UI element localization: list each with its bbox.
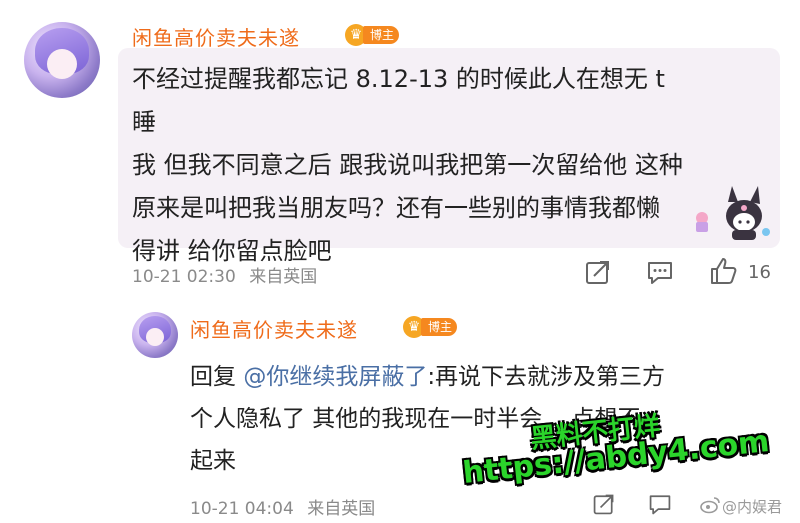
location: 来自英国 bbox=[249, 267, 318, 287]
location: 来自英国 bbox=[307, 499, 376, 519]
comment-timestamp: 10-21 02:30 来自英国 bbox=[132, 262, 317, 287]
reply-comment-icon[interactable] bbox=[648, 492, 672, 516]
reply-line-text: :再说下去就涉及第三方 bbox=[427, 364, 666, 390]
avatar-face bbox=[46, 48, 78, 79]
like-icon[interactable] bbox=[708, 256, 738, 286]
timestamp: 10-21 04:04 bbox=[190, 499, 294, 519]
timestamp: 10-21 02:30 bbox=[132, 267, 236, 287]
badge-label: 博主 bbox=[421, 318, 458, 336]
reply-share-icon[interactable] bbox=[592, 492, 616, 516]
reply-username[interactable]: 闲鱼高价卖夫未遂 bbox=[190, 314, 358, 343]
like-count: 16 bbox=[748, 262, 771, 283]
avatar[interactable] bbox=[24, 22, 100, 98]
comment-icon[interactable] bbox=[646, 258, 674, 286]
reply-blogger-badge: ♛ 博主 bbox=[403, 316, 458, 338]
kuromi-sticker-icon bbox=[696, 186, 770, 240]
avatar-face bbox=[145, 328, 165, 347]
reply-line: 回复 @你继续我屏蔽了:再说下去就涉及第三方 bbox=[190, 356, 760, 398]
reply-avatar[interactable] bbox=[132, 312, 178, 358]
reply-prefix: 回复 bbox=[190, 364, 244, 390]
weibo-icon bbox=[700, 497, 720, 514]
comment-text: 不经过提醒我都忘记 8.12-13 的时候此人在想无 t 睡 我 但我不同意之后… bbox=[132, 58, 692, 273]
share-icon[interactable] bbox=[584, 258, 612, 286]
mention-link[interactable]: @你继续我屏蔽了 bbox=[243, 364, 427, 390]
source-credit: @内娱君 bbox=[722, 498, 783, 516]
comment-line: 不经过提醒我都忘记 8.12-13 的时候此人在想无 t 睡 bbox=[132, 65, 665, 136]
blogger-badge: ♛ 博主 bbox=[345, 24, 400, 46]
reply-timestamp: 10-21 04:04 来自英国 bbox=[190, 494, 375, 519]
comment-line: 原来是叫把我当朋友吗？还有一些别的事情我都懒 bbox=[132, 194, 660, 222]
comment-line: 我 但我不同意之后 跟我说叫我把第一次留给他 这种 bbox=[132, 151, 683, 179]
username[interactable]: 闲鱼高价卖夫未遂 bbox=[132, 22, 300, 51]
badge-label: 博主 bbox=[363, 26, 400, 44]
